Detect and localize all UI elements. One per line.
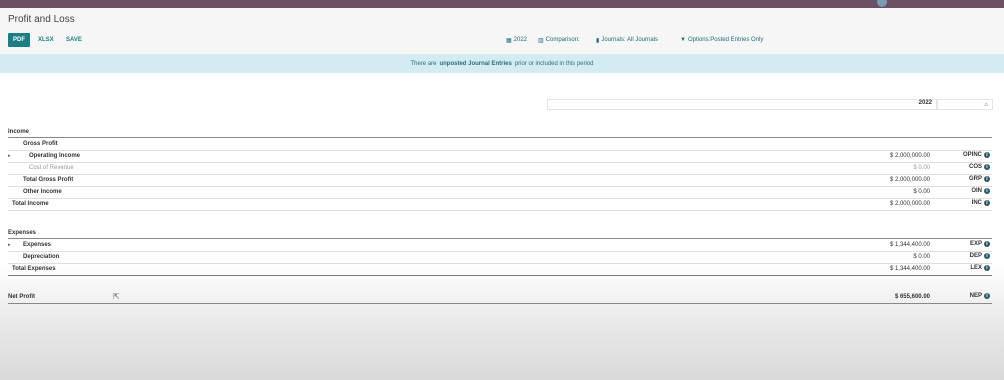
row-amount: $ 0.00 (913, 189, 930, 195)
expenses-section-header: Expenses (8, 228, 992, 239)
row-code: COS i (969, 164, 990, 170)
report-sheet (0, 73, 1004, 380)
row-amount[interactable]: $ 1,344,400.00 (890, 242, 930, 248)
row-code: INC i (972, 200, 990, 206)
row-amount: $ 655,600.00 (894, 294, 930, 300)
row-amount: $ 0.00 (913, 254, 930, 260)
row-code-label: OPINC (962, 152, 982, 158)
row-code: OPINC i (963, 152, 990, 158)
options-filter-label: Options:Posted Entries Only (687, 37, 764, 43)
row-code-label: COS (968, 164, 982, 170)
row-label: Total Expenses (12, 266, 56, 272)
book-icon: ▮ (596, 37, 600, 44)
date-column-header: 2022 (918, 100, 932, 106)
report-row-depreciation: Depreciation $ 0.00 DEP i (8, 252, 992, 264)
info-icon[interactable]: i (984, 164, 990, 170)
row-label: Operating Income (29, 153, 81, 159)
row-code: OIN i (971, 188, 990, 194)
options-filter[interactable]: ▼ Options:Posted Entries Only (680, 33, 763, 47)
row-code: GRP i (969, 176, 990, 182)
report-row-expenses[interactable]: ▸ Expenses $ 1,344,400.00 EXP i (8, 240, 992, 252)
row-amount[interactable]: $ 2,000,000.00 (890, 153, 930, 159)
caret-right-icon[interactable]: ▸ (8, 242, 11, 248)
row-code-label: GRP (968, 176, 982, 182)
row-code: EXP i (970, 241, 990, 247)
row-code-label: EXP (969, 241, 982, 247)
income-section-header: Income (8, 127, 992, 138)
info-icon[interactable]: i (984, 200, 990, 206)
date-filter[interactable]: ▦ 2022 (506, 33, 527, 47)
row-code: LEX i (970, 265, 990, 271)
save-button[interactable]: SAVE (66, 33, 82, 47)
caret-right-icon[interactable]: ▸ (8, 153, 11, 159)
info-icon[interactable]: i (984, 188, 990, 194)
funnel-icon: ▼ (680, 37, 686, 43)
alert-suffix: prior or included in this period (514, 60, 594, 67)
row-label: Other Income (23, 189, 62, 195)
report-row-operating-income[interactable]: ▸ Operating Income $ 2,000,000.00 OPINC … (8, 151, 992, 163)
row-code-label: DEP (969, 253, 982, 259)
report-row-net-profit: Net Profit $ 655,600.00 NEP i (8, 292, 992, 304)
date-filter-label: 2022 (513, 37, 528, 43)
row-code-label: LEX (970, 265, 982, 271)
row-amount: $ 0.00 (913, 165, 930, 171)
mouse-cursor-icon: ⇱ (113, 292, 120, 301)
calendar-icon: ▦ (506, 37, 512, 44)
journals-filter[interactable]: ▮ Journals: All Journals (596, 33, 658, 47)
pdf-button[interactable]: PDF (8, 33, 30, 47)
row-label: Total Gross Profit (23, 177, 74, 183)
report-row-cost-of-revenue: Cost of Revenue $ 0.00 COS i (8, 163, 992, 175)
home-icon[interactable]: ⌂ (984, 102, 988, 108)
info-icon[interactable]: i (984, 265, 990, 271)
row-label: Cost of Revenue (29, 165, 74, 171)
page-title: Profit and Loss (8, 14, 75, 25)
comparison-filter-label: Comparison: (545, 37, 580, 43)
row-label: Expenses (23, 242, 52, 248)
report-row-gross-profit: Gross Profit (8, 139, 992, 151)
info-icon[interactable]: i (984, 152, 990, 158)
top-navbar (0, 0, 1004, 8)
row-code: NEP i (970, 293, 990, 299)
unposted-entries-link[interactable]: unposted Journal Entries (439, 61, 511, 67)
bar-chart-icon: ▥ (538, 37, 544, 44)
info-icon[interactable]: i (984, 176, 990, 182)
row-label: Gross Profit (23, 141, 58, 147)
journals-filter-label: Journals: All Journals (601, 37, 659, 43)
info-icon[interactable]: i (984, 293, 990, 299)
unposted-entries-alert: There are unposted Journal Entries prior… (0, 54, 1004, 73)
row-label: Net Profit (8, 294, 35, 300)
date-column-header-box (547, 99, 937, 110)
info-icon[interactable]: i (984, 253, 990, 259)
row-amount: $ 2,000,000.00 (889, 201, 930, 207)
user-avatar[interactable] (877, 0, 887, 7)
row-amount: $ 2,000,000.00 (889, 177, 930, 183)
report-row-total-gross-profit: Total Gross Profit $ 2,000,000.00 GRP i (8, 175, 992, 187)
report-row-total-income: Total Income $ 2,000,000.00 INC i (8, 199, 992, 211)
comparison-filter[interactable]: ▥ Comparison: (538, 33, 580, 47)
home-column: ⌂ (937, 99, 993, 110)
row-label: Depreciation (23, 254, 60, 260)
row-code-label: NEP (969, 293, 982, 299)
row-label: Total Income (12, 201, 49, 207)
info-icon[interactable]: i (984, 241, 990, 247)
row-amount: $ 1,344,400.00 (889, 266, 930, 272)
net-profit-divider (8, 275, 992, 276)
row-code-label: INC (971, 200, 982, 206)
alert-prefix: There are (410, 60, 437, 67)
report-row-other-income: Other Income $ 0.00 OIN i (8, 187, 992, 199)
row-code-label: OIN (971, 188, 982, 194)
xlsx-button[interactable]: XLSX (38, 33, 54, 47)
row-code: DEP i (970, 253, 990, 259)
